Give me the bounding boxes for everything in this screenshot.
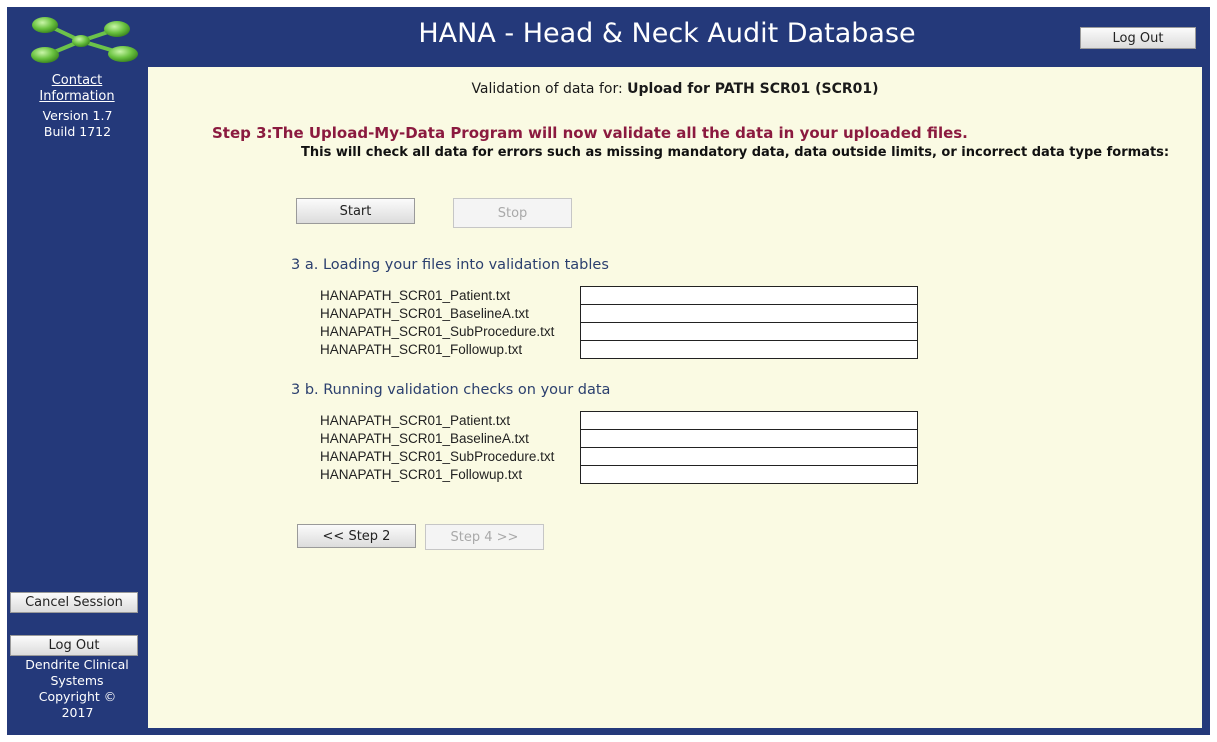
header-logout-button[interactable]: Log Out bbox=[1080, 27, 1196, 49]
table-row: HANAPATH_SCR01_Followup.txt bbox=[320, 340, 918, 359]
table-row: HANAPATH_SCR01_SubProcedure.txt bbox=[320, 322, 918, 341]
progress-cell bbox=[580, 465, 918, 484]
progress-cell bbox=[580, 322, 918, 341]
contact-information-link[interactable]: Contact Information bbox=[32, 73, 122, 105]
file-name: HANAPATH_SCR01_BaselineA.txt bbox=[320, 430, 529, 446]
progress-cell bbox=[580, 429, 918, 448]
step-description: This will check all data for errors such… bbox=[301, 145, 1170, 160]
progress-cell bbox=[580, 447, 918, 466]
header: HANA - Head & Neck Audit Database Log Ou… bbox=[7, 7, 1210, 67]
validation-checks-table: HANAPATH_SCR01_Patient.txt HANAPATH_SCR0… bbox=[320, 411, 918, 484]
start-button[interactable]: Start bbox=[296, 198, 415, 224]
file-name: HANAPATH_SCR01_SubProcedure.txt bbox=[320, 448, 555, 464]
validation-prefix: Validation of data for: bbox=[471, 81, 623, 97]
cancel-session-button[interactable]: Cancel Session bbox=[10, 592, 138, 613]
file-name: HANAPATH_SCR01_Followup.txt bbox=[320, 341, 523, 357]
file-name: HANAPATH_SCR01_SubProcedure.txt bbox=[320, 323, 555, 339]
version-label: Version 1.7 bbox=[42, 108, 113, 123]
step-title: Step 3:The Upload-My-Data Program will n… bbox=[212, 124, 968, 142]
progress-cell bbox=[580, 340, 918, 359]
table-row: HANAPATH_SCR01_Patient.txt bbox=[320, 286, 918, 305]
table-row: HANAPATH_SCR01_BaselineA.txt bbox=[320, 304, 918, 323]
company-name: Dendrite Clinical Systems bbox=[25, 657, 129, 688]
app-title: HANA - Head & Neck Audit Database bbox=[418, 18, 916, 49]
progress-cell bbox=[580, 304, 918, 323]
sidebar-logout-button[interactable]: Log Out bbox=[10, 635, 138, 656]
stop-button[interactable]: Stop bbox=[453, 198, 572, 228]
validation-header: Validation of data for: Upload for PATH … bbox=[148, 81, 1202, 97]
table-row: HANAPATH_SCR01_SubProcedure.txt bbox=[320, 447, 918, 466]
sidebar: Contact Information Version 1.7 Build 17… bbox=[7, 67, 148, 735]
table-row: HANAPATH_SCR01_BaselineA.txt bbox=[320, 429, 918, 448]
validation-target: Upload for PATH SCR01 (SCR01) bbox=[627, 81, 879, 97]
app-frame: HANA - Head & Neck Audit Database Log Ou… bbox=[7, 7, 1210, 735]
file-name: HANAPATH_SCR01_Patient.txt bbox=[320, 287, 511, 303]
copyright-year: 2017 bbox=[61, 705, 94, 720]
section-b-heading: 3 b. Running validation checks on your d… bbox=[291, 382, 611, 398]
build-label: Build 1712 bbox=[43, 124, 112, 139]
file-name: HANAPATH_SCR01_Patient.txt bbox=[320, 412, 511, 428]
table-row: HANAPATH_SCR01_Followup.txt bbox=[320, 465, 918, 484]
copyright-label: Copyright © bbox=[38, 689, 117, 704]
progress-cell bbox=[580, 286, 918, 305]
next-step-button[interactable]: Step 4 >> bbox=[425, 524, 544, 550]
molecule-logo-icon bbox=[31, 17, 138, 63]
main-content: Validation of data for: Upload for PATH … bbox=[148, 67, 1202, 728]
file-name: HANAPATH_SCR01_Followup.txt bbox=[320, 466, 523, 482]
company-footer: Dendrite Clinical Systems Copyright © 20… bbox=[7, 657, 148, 721]
progress-cell bbox=[580, 411, 918, 430]
file-name: HANAPATH_SCR01_BaselineA.txt bbox=[320, 305, 529, 321]
section-a-heading: 3 a. Loading your files into validation … bbox=[291, 257, 609, 273]
previous-step-button[interactable]: << Step 2 bbox=[297, 524, 416, 548]
table-row: HANAPATH_SCR01_Patient.txt bbox=[320, 411, 918, 430]
loading-files-table: HANAPATH_SCR01_Patient.txt HANAPATH_SCR0… bbox=[320, 286, 918, 359]
